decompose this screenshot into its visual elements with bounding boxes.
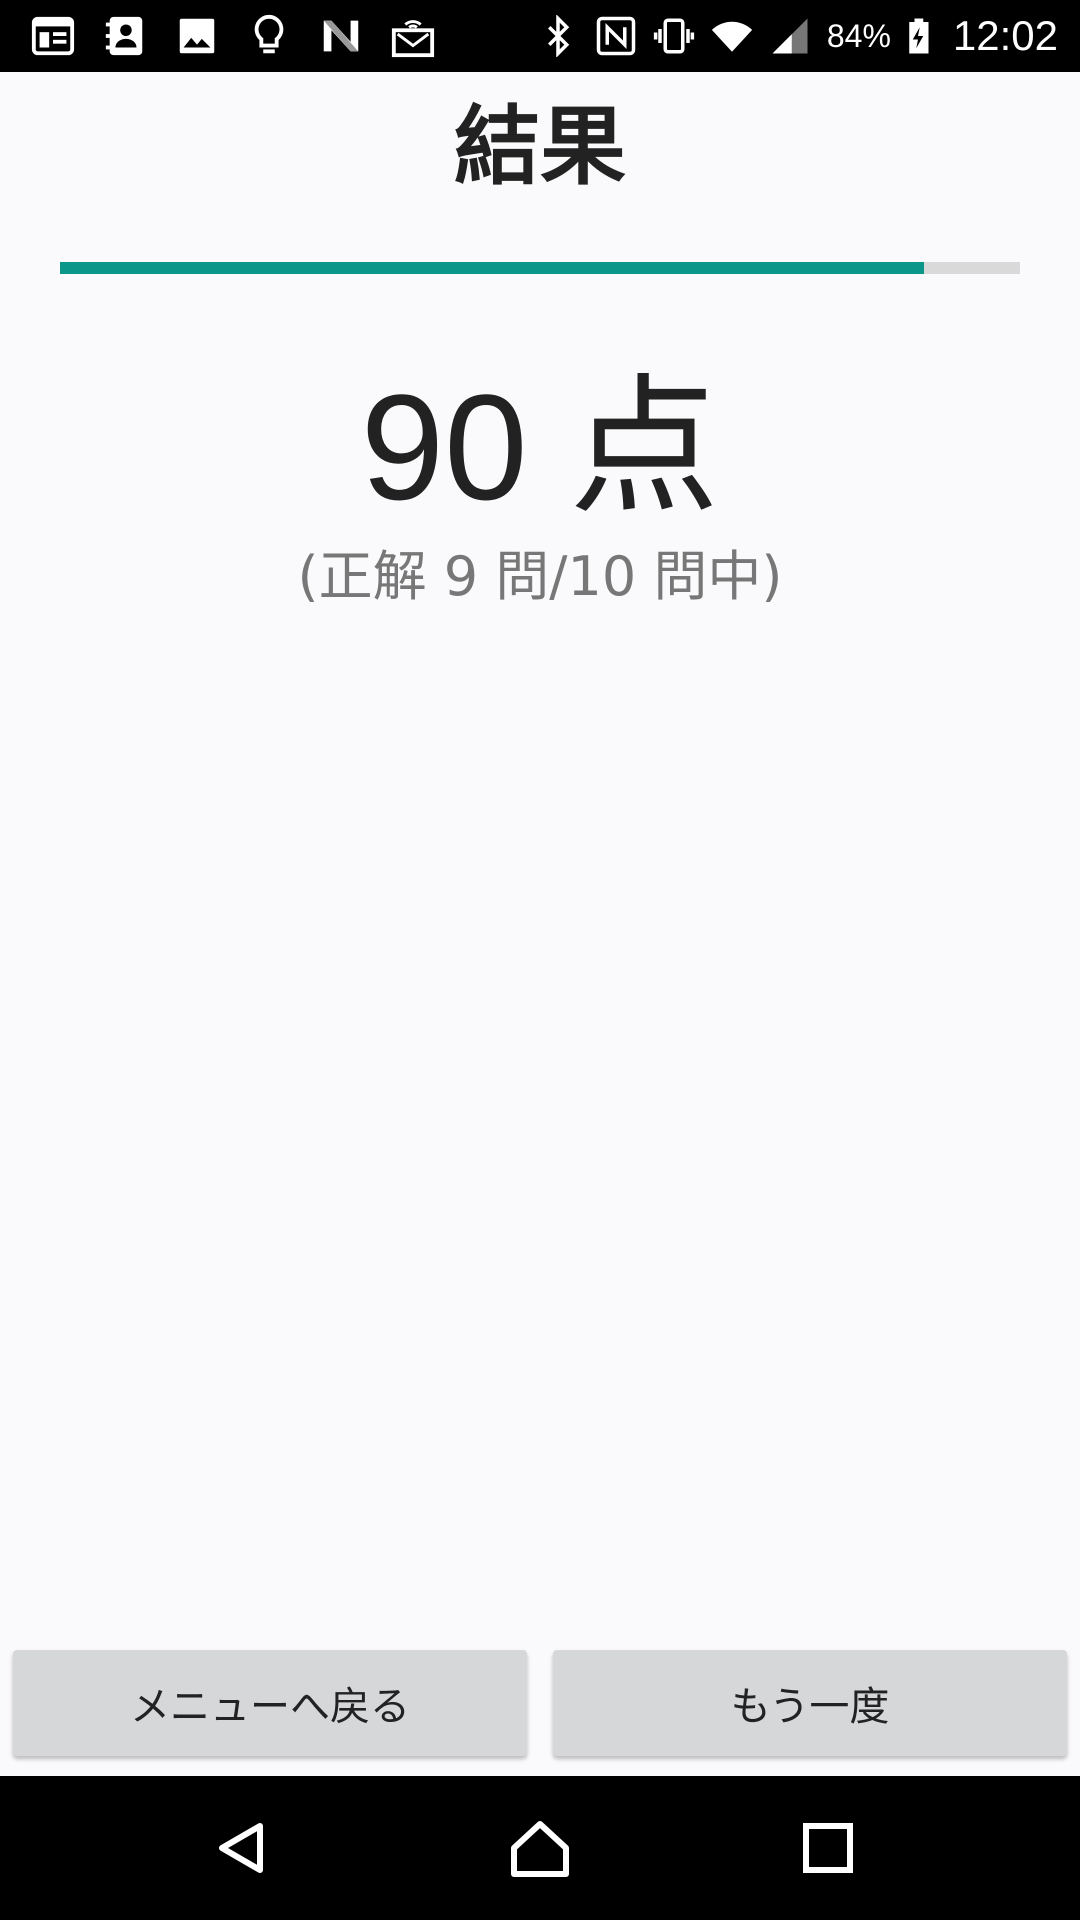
battery-percent: 84% xyxy=(826,17,891,54)
vibrate-icon xyxy=(653,18,694,54)
image-icon xyxy=(179,18,215,54)
wifi-icon xyxy=(711,21,752,52)
back-to-menu-button[interactable]: メニューへ戻る xyxy=(13,1650,527,1756)
clock: 12:02 xyxy=(952,12,1058,59)
score-progress-fill xyxy=(60,262,924,274)
page-title: 結果 xyxy=(454,97,626,197)
home-icon[interactable] xyxy=(510,1818,570,1878)
screen: 84% 12:02 結果 90 点 (正解 9 問/10 問中) メニューへ戻る… xyxy=(0,0,1080,1920)
system-icons: 84% 12:02 xyxy=(537,0,1058,72)
contacts-icon xyxy=(105,16,143,56)
bluetooth-icon xyxy=(547,15,570,57)
n-app-icon xyxy=(323,20,359,52)
wireless-display-icon xyxy=(391,20,435,58)
result-screen: 結果 90 点 (正解 9 問/10 問中) メニューへ戻る もう一度 xyxy=(0,72,1080,1776)
back-icon[interactable] xyxy=(212,1818,272,1878)
navigation-bar xyxy=(0,1776,1080,1920)
score-progress-bar xyxy=(60,262,1020,274)
notification-icons xyxy=(30,0,462,72)
signal-icon xyxy=(772,18,808,54)
status-bar: 84% 12:02 xyxy=(0,0,1080,72)
lightbulb-icon xyxy=(254,14,284,54)
nfc-icon xyxy=(596,16,636,56)
battery-charging-icon xyxy=(909,18,929,54)
news-icon xyxy=(31,16,75,56)
recent-apps-icon[interactable] xyxy=(798,1818,858,1878)
score-value: 90 点 xyxy=(360,363,720,531)
retry-button[interactable]: もう一度 xyxy=(553,1650,1067,1756)
score-detail: (正解 9 問/10 問中) xyxy=(297,545,783,608)
